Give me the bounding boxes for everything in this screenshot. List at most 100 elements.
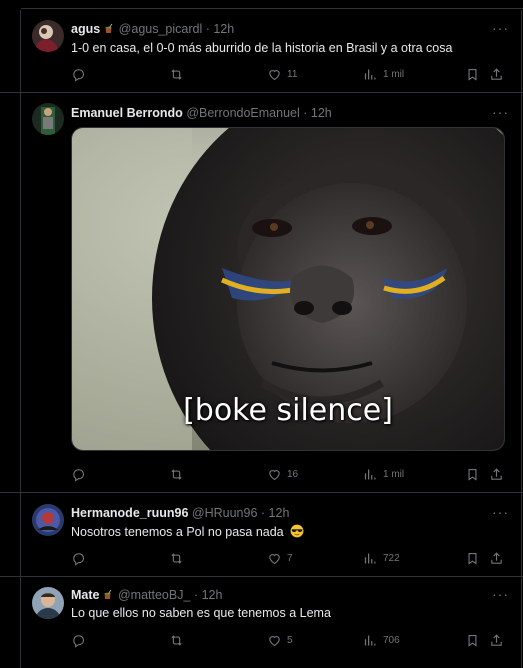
heart-icon xyxy=(267,67,282,82)
retweet-button[interactable] xyxy=(169,67,184,82)
bookmark-icon xyxy=(465,67,480,82)
author-handle[interactable]: @HRuun96 xyxy=(192,506,258,520)
bookmark-button[interactable] xyxy=(465,467,480,482)
reply-button[interactable] xyxy=(71,67,86,82)
share-icon xyxy=(489,551,504,566)
separator-dot: · xyxy=(205,22,210,36)
tweet-text: Lo que ellos no saben es que tenemos a L… xyxy=(71,606,331,620)
sunglasses-emoji xyxy=(290,524,304,541)
image-caption: [boke silence] xyxy=(183,393,393,428)
heart-icon xyxy=(267,467,282,482)
bookmark-button[interactable] xyxy=(465,551,480,566)
bookmark-icon xyxy=(465,551,480,566)
tweet-text: Nosotros tenemos a Pol no pasa nada xyxy=(71,525,284,539)
share-button[interactable] xyxy=(489,467,504,482)
author-handle[interactable]: @agus_picardl xyxy=(119,22,203,36)
tweet-header: Hermanode_ruun96 @HRuun96 · 12h xyxy=(71,506,289,520)
reply-icon xyxy=(71,551,86,566)
mate-icon xyxy=(103,23,115,38)
views-button[interactable]: 706 xyxy=(363,633,400,648)
retweet-icon xyxy=(169,633,184,648)
retweet-icon xyxy=(169,551,184,566)
timestamp[interactable]: 12h xyxy=(213,22,234,36)
retweet-button[interactable] xyxy=(169,551,184,566)
retweet-button[interactable] xyxy=(169,467,184,482)
view-count: 1 mil xyxy=(383,69,405,80)
tweet-text: 1-0 en casa, el 0-0 más aburrido de la h… xyxy=(71,41,453,55)
tweet-text-line: Nosotros tenemos a Pol no pasa nada xyxy=(71,524,304,541)
like-count: 7 xyxy=(287,553,293,564)
more-options-button[interactable]: ··· xyxy=(492,104,509,120)
reply-icon xyxy=(71,633,86,648)
analytics-icon xyxy=(363,467,378,482)
like-count: 11 xyxy=(287,69,298,80)
retweet-button[interactable] xyxy=(169,633,184,648)
timestamp[interactable]: 12h xyxy=(311,106,332,120)
more-options-button[interactable]: ··· xyxy=(492,586,509,602)
share-button[interactable] xyxy=(489,633,504,648)
share-icon xyxy=(489,67,504,82)
tweet-header: Emanuel Berrondo @BerrondoEmanuel · 12h xyxy=(71,106,332,120)
avatar[interactable] xyxy=(32,20,64,52)
author-handle[interactable]: @BerrondoEmanuel xyxy=(186,106,299,120)
analytics-icon xyxy=(363,551,378,566)
action-bar: 16 1 mil xyxy=(71,467,507,485)
reply-button[interactable] xyxy=(71,633,86,648)
views-button[interactable]: 722 xyxy=(363,551,400,566)
tweet-mate[interactable]: Mate @matteoBJ_ · 12h ··· Lo que ellos n… xyxy=(0,577,523,668)
avatar[interactable] xyxy=(32,587,64,619)
bookmark-button[interactable] xyxy=(465,67,480,82)
like-count: 5 xyxy=(287,635,293,646)
action-bar: 5 706 xyxy=(71,633,507,651)
tweet-media-image[interactable]: [boke silence] xyxy=(71,127,505,451)
action-bar: 7 722 xyxy=(71,551,507,569)
heart-icon xyxy=(267,633,282,648)
avatar[interactable] xyxy=(32,504,64,536)
separator-dot: · xyxy=(193,588,199,602)
author-handle[interactable]: @matteoBJ_ xyxy=(118,588,190,602)
share-button[interactable] xyxy=(489,551,504,566)
action-bar: 11 1 mil xyxy=(71,67,507,85)
views-button[interactable]: 1 mil xyxy=(363,467,404,482)
reply-button[interactable] xyxy=(71,551,86,566)
tweet-hermanode-ruun96[interactable]: Hermanode_ruun96 @HRuun96 · 12h ··· Noso… xyxy=(0,493,523,577)
tweet-emanuel-berrondo[interactable]: Emanuel Berrondo @BerrondoEmanuel · 12h … xyxy=(0,93,523,493)
author-name[interactable]: Emanuel Berrondo xyxy=(71,106,183,120)
tweet-header: agus @agus_picardl · 12h xyxy=(71,22,234,38)
timestamp[interactable]: 12h xyxy=(202,588,223,602)
analytics-icon xyxy=(363,67,378,82)
bookmark-icon xyxy=(465,467,480,482)
timestamp[interactable]: 12h xyxy=(269,506,290,520)
separator-dot: · xyxy=(260,506,266,520)
like-button[interactable]: 7 xyxy=(267,551,293,566)
analytics-icon xyxy=(363,633,378,648)
mate-icon xyxy=(102,589,114,604)
reply-icon xyxy=(71,467,86,482)
tweet-header: Mate @matteoBJ_ · 12h xyxy=(71,588,222,604)
retweet-icon xyxy=(169,67,184,82)
reply-button[interactable] xyxy=(71,467,86,482)
share-button[interactable] xyxy=(489,67,504,82)
author-name[interactable]: Mate xyxy=(71,588,99,602)
views-button[interactable]: 1 mil xyxy=(363,67,404,82)
reply-icon xyxy=(71,67,86,82)
tweet-agus[interactable]: agus @agus_picardl · 12h ··· 1-0 en casa… xyxy=(0,10,523,93)
view-count: 706 xyxy=(383,635,400,646)
author-name[interactable]: Hermanode_ruun96 xyxy=(71,506,188,520)
share-icon xyxy=(489,467,504,482)
separator-dot: · xyxy=(303,106,308,120)
bookmark-button[interactable] xyxy=(465,633,480,648)
view-count: 722 xyxy=(383,553,400,564)
like-count: 16 xyxy=(287,469,299,480)
previous-tweet-edge xyxy=(0,0,523,10)
bookmark-icon xyxy=(465,633,480,648)
like-button[interactable]: 16 xyxy=(267,467,298,482)
avatar[interactable] xyxy=(32,103,64,135)
heart-icon xyxy=(267,551,282,566)
more-options-button[interactable]: ··· xyxy=(492,20,509,36)
more-options-button[interactable]: ··· xyxy=(492,504,509,520)
like-button[interactable]: 11 xyxy=(267,67,297,82)
retweet-icon xyxy=(169,467,184,482)
author-name[interactable]: agus xyxy=(71,22,100,36)
like-button[interactable]: 5 xyxy=(267,633,293,648)
